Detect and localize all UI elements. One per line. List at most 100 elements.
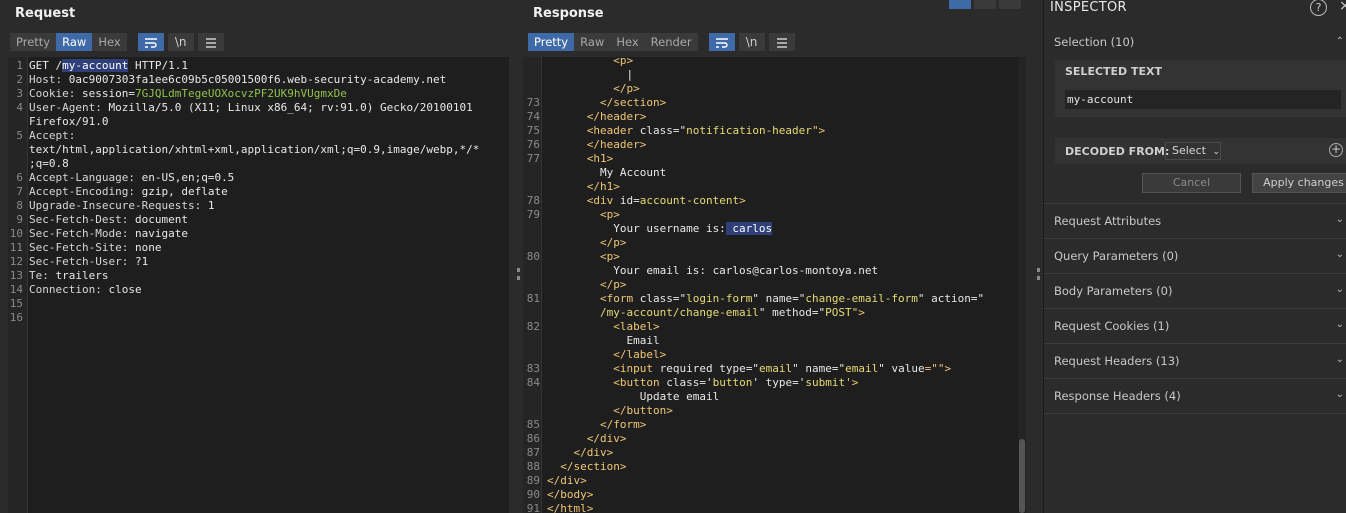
request-tab-hex[interactable]: Hex <box>92 33 127 51</box>
code-text: </body> <box>547 488 594 501</box>
chevron-down-icon[interactable]: ⌄ <box>1336 389 1344 400</box>
layout-stacked-icon[interactable] <box>974 0 996 9</box>
apply-changes-button[interactable]: Apply changes <box>1252 173 1346 193</box>
inspector-panel: INSPECTOR ? × Selection (10) ⌃ SELECTED … <box>1043 0 1346 513</box>
chevron-up-icon[interactable]: ⌃ <box>1336 36 1344 47</box>
selected-text-value[interactable]: my-account <box>1065 90 1341 109</box>
request-tabbar: Pretty Raw Hex \n <box>10 33 224 51</box>
chevron-down-icon[interactable]: ⌄ <box>1336 354 1344 365</box>
code-text: <button class='button' type='submit'> <box>547 376 859 389</box>
code-text: GET /my-account HTTP/1.1 <box>29 59 188 72</box>
pane-splitter-left[interactable] <box>515 0 523 513</box>
response-tab-hex[interactable]: Hex <box>610 33 645 51</box>
response-tab-pretty[interactable]: Pretty <box>528 33 575 51</box>
selected-text-label: SELECTED TEXT <box>1065 65 1163 78</box>
layout-switcher <box>949 0 1021 9</box>
decoded-from-label: DECODED FROM: <box>1065 145 1170 158</box>
request-tab-pretty[interactable]: Pretty <box>10 33 57 51</box>
code-text: </p> <box>547 278 627 291</box>
wrap-icon[interactable] <box>137 33 164 51</box>
close-icon[interactable]: × <box>1339 0 1346 14</box>
add-decoding-icon[interactable]: + <box>1329 143 1343 157</box>
code-text: </html> <box>547 502 594 513</box>
line-number: 12 <box>9 255 23 268</box>
response-pane: Response Pretty Raw Hex Render \n <p> | … <box>523 0 1035 513</box>
code-text: </p> <box>547 236 627 249</box>
line-number: 90 <box>526 488 540 501</box>
line-number: 2 <box>16 73 23 86</box>
code-text: <form class="login-form" name="change-em… <box>547 292 985 305</box>
inspector-section-header[interactable]: Query Parameters (0) <box>1054 249 1178 263</box>
line-number: 83 <box>526 362 540 375</box>
code-text: </header> <box>547 138 647 151</box>
response-editor[interactable]: <p> | </p> 73 </section> 74 </header> 75 <h… <box>523 57 1026 513</box>
response-tab-raw[interactable]: Raw <box>574 33 611 51</box>
chevron-down-icon[interactable]: ⌄ <box>1336 284 1344 295</box>
code-text: Sec-Fetch-Dest: document <box>29 213 188 226</box>
layout-side-by-side-icon[interactable] <box>949 0 971 9</box>
code-text: </header> <box>547 110 647 123</box>
layout-tabs-icon[interactable] <box>999 0 1021 9</box>
code-text: Email <box>547 334 660 347</box>
newline-toggle[interactable]: \n <box>738 33 765 51</box>
chevron-down-icon[interactable]: ⌄ <box>1336 319 1344 330</box>
response-scrollbar[interactable] <box>1018 57 1026 513</box>
code-text: <p> <box>547 250 620 263</box>
decoded-from-row: DECODED FROM: Select ⌄ + <box>1055 138 1346 164</box>
menu-icon[interactable] <box>768 33 795 51</box>
inspector-section-header[interactable]: Response Headers (4) <box>1054 389 1181 403</box>
line-number: 89 <box>526 474 540 487</box>
code-text: </h1> <box>547 180 620 193</box>
code-text: Te: trailers <box>29 269 109 282</box>
decoded-from-select[interactable]: Select ⌄ <box>1165 142 1221 160</box>
line-number: 11 <box>9 241 23 254</box>
line-number: 79 <box>526 208 540 221</box>
code-text: Accept: <box>29 129 82 142</box>
chevron-down-icon[interactable]: ⌄ <box>1336 214 1344 225</box>
inspector-section-header[interactable]: Body Parameters (0) <box>1054 284 1172 298</box>
wrap-icon[interactable] <box>708 33 735 51</box>
code-text: <h1> <box>547 152 614 165</box>
code-text: </button> <box>547 404 673 417</box>
code-text: <input required type="email" name="email… <box>547 362 952 375</box>
code-text: <p> <box>547 208 620 221</box>
chevron-down-icon: ⌄ <box>1212 147 1220 157</box>
line-number: 7 <box>16 185 23 198</box>
line-number: 80 <box>526 250 540 263</box>
line-number: 13 <box>9 269 23 282</box>
chevron-down-icon[interactable]: ⌄ <box>1336 249 1344 260</box>
code-text: <label> <box>547 320 660 333</box>
inspector-section-header[interactable]: Request Headers (13) <box>1054 354 1180 368</box>
code-text: </div> <box>547 446 614 459</box>
selection-header[interactable]: Selection (10) <box>1054 35 1134 49</box>
newline-toggle[interactable]: \n <box>167 33 194 51</box>
menu-icon[interactable] <box>197 33 224 51</box>
response-title: Response <box>533 6 604 21</box>
line-number: 4 <box>16 101 23 114</box>
pane-splitter-right[interactable] <box>1035 0 1043 513</box>
inspector-section-header[interactable]: Request Attributes <box>1054 214 1161 228</box>
code-text: text/html,application/xhtml+xml,applicat… <box>29 143 480 156</box>
line-number: 84 <box>526 376 540 389</box>
code-text: Sec-Fetch-Mode: navigate <box>29 227 188 240</box>
cancel-button[interactable]: Cancel <box>1142 173 1241 193</box>
line-number: 81 <box>526 292 540 305</box>
request-tab-raw[interactable]: Raw <box>56 33 93 51</box>
code-text: | <box>547 68 634 81</box>
line-number: 73 <box>526 96 540 109</box>
line-number: 76 <box>526 138 540 151</box>
code-text: </section> <box>547 96 667 109</box>
code-text: ;q=0.8 <box>29 157 69 170</box>
decoded-select-value: Select <box>1172 144 1206 157</box>
line-number: 14 <box>9 283 23 296</box>
response-tab-render[interactable]: Render <box>644 33 698 51</box>
inspector-section-header[interactable]: Request Cookies (1) <box>1054 319 1169 333</box>
scrollbar-thumb[interactable] <box>1019 439 1025 513</box>
request-editor[interactable]: 1 GET /my-account HTTP/1.1 2 Host: 0ac90073… <box>8 57 509 513</box>
line-number: 6 <box>16 171 23 184</box>
code-text: Cookie: session=7GJQLdmTegeUOXocvzPF2UK9… <box>29 87 347 100</box>
code-text: </div> <box>547 432 627 445</box>
help-icon[interactable]: ? <box>1310 0 1327 16</box>
inspector-title: INSPECTOR <box>1050 0 1127 15</box>
code-text: Firefox/91.0 <box>29 115 109 128</box>
